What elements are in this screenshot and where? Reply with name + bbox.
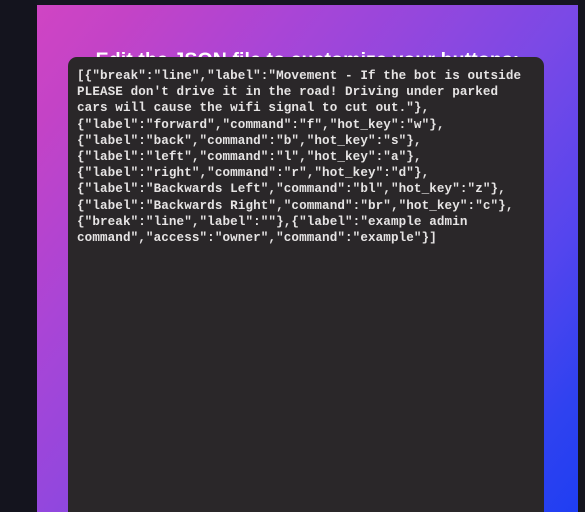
gradient-backdrop: Edit the JSON file to customize your but… bbox=[37, 5, 578, 512]
json-editor-panel[interactable]: [{"break":"line","label":"Movement - If … bbox=[68, 57, 544, 512]
page-background: Edit the JSON file to customize your but… bbox=[0, 0, 585, 512]
top-divider-strip bbox=[37, 0, 578, 5]
json-editor-content[interactable]: [{"break":"line","label":"Movement - If … bbox=[77, 68, 535, 246]
